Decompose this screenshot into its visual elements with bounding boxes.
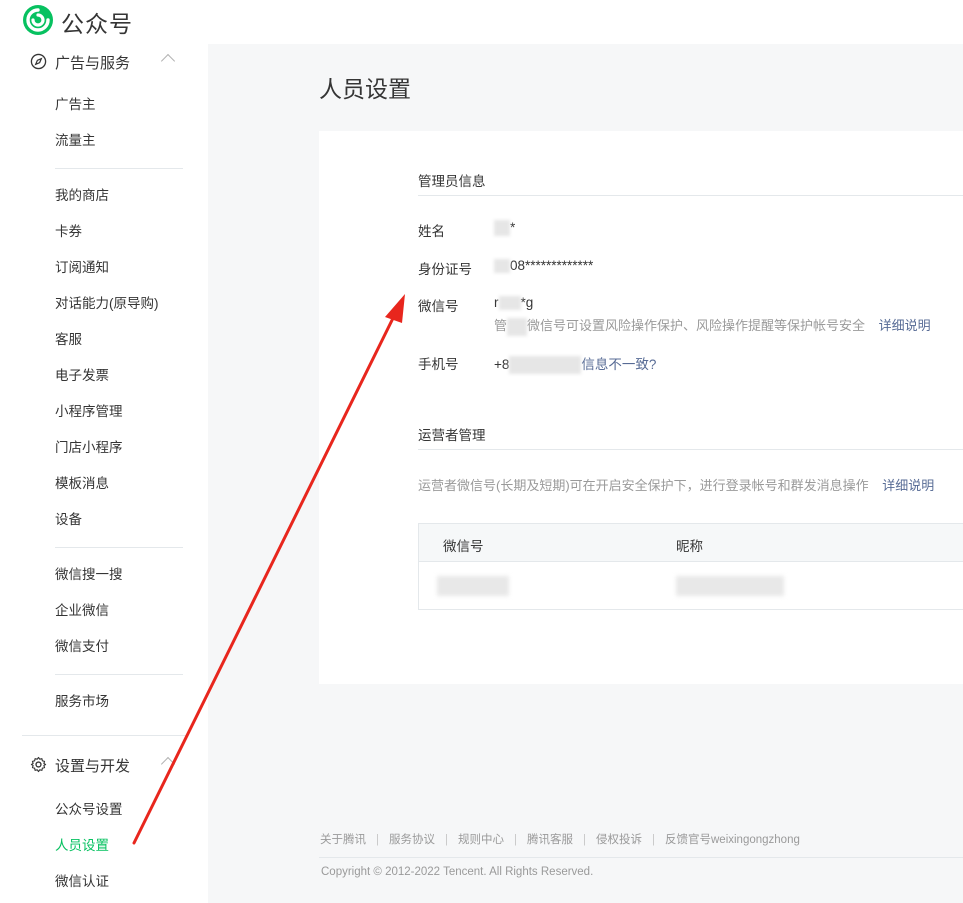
section-divider [418, 449, 963, 450]
operator-table: 微信号 昵称 [418, 523, 963, 610]
section-divider [418, 195, 963, 196]
sidebar-item-dialogue[interactable]: 对话能力(原导购) [55, 294, 159, 314]
footer-separator: | [445, 834, 448, 846]
sidebar-item-advertiser[interactable]: 广告主 [55, 95, 96, 115]
footer-divider [319, 857, 963, 858]
sidebar-divider [55, 168, 183, 169]
footer-link-feedback[interactable]: 反馈官号weixingongzhong [665, 834, 800, 846]
sidebar-item-customer-service[interactable]: 客服 [55, 330, 82, 350]
wechat-official-account-logo[interactable] [22, 4, 54, 36]
sidebar-divider [22, 735, 186, 736]
id-value: 08************* [494, 258, 594, 274]
sidebar-divider [55, 547, 183, 548]
brand-name: 公众号 [61, 11, 133, 37]
redacted-blur [498, 296, 521, 311]
phone-label: 手机号 [418, 357, 459, 372]
sidebar-item-wecom[interactable]: 企业微信 [55, 601, 109, 621]
sidebar-item-device[interactable]: 设备 [55, 510, 82, 530]
redacted-blur [494, 259, 510, 274]
operator-hint: 运营者微信号(长期及短期)可在开启安全保护下，进行登录帐号和群发消息操作 详细说… [418, 475, 934, 494]
redacted-wechat-cell [437, 576, 509, 596]
phone-masked: +8 [494, 357, 510, 372]
top-bar: 公众号 [0, 0, 963, 44]
sidebar-item-coupons[interactable]: 卡券 [55, 222, 82, 242]
name-label: 姓名 [418, 224, 445, 239]
sidebar-item-store-miniprogram[interactable]: 门店小程序 [55, 438, 123, 458]
footer-separator: | [583, 834, 586, 846]
footer-separator: | [652, 834, 655, 846]
sidebar-item-e-invoice[interactable]: 电子发票 [55, 366, 109, 386]
sidebar-item-miniprogram-manage[interactable]: 小程序管理 [55, 402, 123, 422]
footer-link-terms[interactable]: 服务协议 [389, 834, 435, 846]
sidebar-item-my-store[interactable]: 我的商店 [55, 186, 109, 206]
sidebar-item-service-market[interactable]: 服务市场 [55, 692, 109, 712]
footer-separator: | [376, 834, 379, 846]
redacted-nickname-cell [676, 576, 784, 596]
sidebar-item-wechat-pay[interactable]: 微信支付 [55, 637, 109, 657]
sidebar-divider [55, 674, 183, 675]
sidebar-item-personnel-settings[interactable]: 人员设置 [55, 836, 109, 856]
info-mismatch-link[interactable]: 信息不一致? [581, 357, 656, 372]
compass-icon [30, 53, 47, 70]
wechat-suffix: *g [520, 295, 534, 310]
redacted-blur [507, 317, 528, 336]
footer-link-about[interactable]: 关于腾讯 [320, 834, 366, 846]
wechat-detail-link[interactable]: 详细说明 [879, 318, 931, 333]
sidebar-group-settings-dev[interactable]: 设置与开发 [0, 747, 208, 783]
wechat-label: 微信号 [418, 299, 459, 314]
column-header-nickname: 昵称 [676, 539, 703, 554]
wechat-hint-text: 微信号可设置风险操作保护、风险操作提醒等保护帐号安全 [527, 318, 866, 333]
sidebar-group-label: 广告与服务 [55, 55, 131, 72]
redacted-blur [494, 220, 510, 237]
chevron-up-icon [160, 53, 176, 69]
footer-link-support[interactable]: 腾讯客服 [527, 834, 573, 846]
phone-value: +8 信息不一致? [494, 353, 656, 375]
table-header: 微信号 昵称 [419, 524, 963, 562]
footer-link-infringement[interactable]: 侵权投诉 [596, 834, 642, 846]
sidebar-item-wechat-search[interactable]: 微信搜一搜 [55, 565, 123, 585]
sidebar-item-template-message[interactable]: 模板消息 [55, 474, 109, 494]
operator-hint-text: 运营者微信号(长期及短期)可在开启安全保护下，进行登录帐号和群发消息操作 [418, 478, 869, 493]
sidebar-group-label: 设置与开发 [55, 758, 131, 775]
wechat-hint: 管 微信号可设置风险操作保护、风险操作提醒等保护帐号安全 详细说明 [494, 315, 931, 336]
copyright: Copyright © 2012-2022 Tencent. All Right… [321, 866, 594, 878]
wechat-value: r *g [494, 295, 534, 311]
gear-icon [30, 756, 47, 773]
footer-link-rules[interactable]: 规则中心 [458, 834, 504, 846]
wechat-hint-prefix: 管 [494, 318, 508, 333]
sidebar-item-wechat-verification[interactable]: 微信认证 [55, 872, 109, 892]
admin-section-title: 管理员信息 [418, 174, 486, 189]
redacted-blur [509, 356, 582, 375]
page-title: 人员设置 [319, 76, 411, 102]
sidebar-item-account-settings[interactable]: 公众号设置 [55, 800, 123, 820]
id-label: 身份证号 [418, 262, 472, 277]
column-header-wechat: 微信号 [443, 539, 484, 554]
sidebar-group-ads-services[interactable]: 广告与服务 [0, 44, 208, 80]
name-masked: * [510, 220, 516, 235]
id-masked: 08************* [510, 258, 594, 273]
footer-separator: | [514, 834, 517, 846]
sidebar-item-publisher[interactable]: 流量主 [55, 131, 96, 151]
sidebar-item-subscription-notice[interactable]: 订阅通知 [55, 258, 109, 278]
name-value: * [494, 220, 516, 237]
footer-links: 关于腾讯 | 服务协议 | 规则中心 | 腾讯客服 | 侵权投诉 | 反馈官号weixingongz… [320, 831, 800, 847]
operator-section-title: 运营者管理 [418, 428, 486, 443]
chevron-up-icon [160, 756, 176, 772]
operator-detail-link[interactable]: 详细说明 [882, 478, 934, 493]
